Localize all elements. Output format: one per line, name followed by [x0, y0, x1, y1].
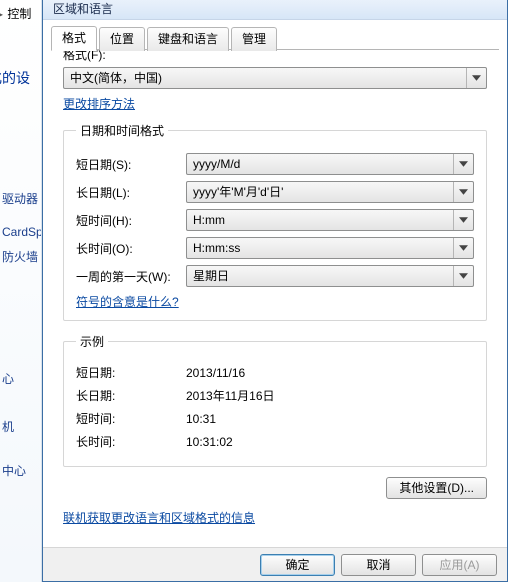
page-heading-partial: 化的设 [0, 68, 30, 88]
ex-long-time-value: 10:31:02 [186, 435, 474, 449]
dialog-button-bar: 确定 取消 应用(A) [43, 547, 507, 581]
tab-format[interactable]: 格式 [51, 26, 97, 51]
sidebar-link-machine[interactable]: 机 [2, 418, 14, 435]
chevron-down-icon [453, 238, 473, 258]
short-date-label: 短日期(S): [76, 156, 186, 173]
symbols-meaning-link[interactable]: 符号的含意是什么? [76, 295, 179, 309]
sidebar-link-firewall[interactable]: 防火墙 [2, 248, 38, 265]
long-date-label: 长日期(L): [76, 184, 186, 201]
group-date-time-formats-title: 日期和时间格式 [76, 122, 168, 139]
long-time-label: 长时间(O): [76, 240, 186, 257]
apply-button[interactable]: 应用(A) [422, 554, 497, 576]
chevron-down-icon [453, 266, 473, 286]
chevron-down-icon [453, 182, 473, 202]
ex-short-date-value: 2013/11/16 [186, 366, 474, 380]
long-date-combo[interactable]: yyyy'年'M'月'd'日' [186, 181, 474, 203]
group-example: 示例 短日期:2013/11/16 长日期:2013年11月16日 短时间:10… [63, 333, 487, 467]
ex-long-date-label: 长日期: [76, 387, 186, 404]
control-panel-background: ▸ 控制 化的设 驱动器 CardSp 防火墙 心 机 中心 [0, 0, 42, 582]
short-time-combo[interactable]: H:mm [186, 209, 474, 231]
first-day-label: 一周的第一天(W): [76, 268, 186, 285]
group-example-title: 示例 [76, 333, 108, 350]
format-label: 格式(F): [63, 46, 487, 63]
sidebar-link-cardspace[interactable]: CardSp [2, 225, 42, 239]
ok-button[interactable]: 确定 [260, 554, 335, 576]
additional-settings-button[interactable]: 其他设置(D)... [386, 477, 487, 499]
group-date-time-formats: 日期和时间格式 短日期(S): yyyy/M/d 长日期(L): yyyy'年'… [63, 122, 487, 321]
sidebar-link-center2[interactable]: 中心 [2, 462, 26, 479]
breadcrumb-arrow-icon: ▸ [0, 7, 3, 21]
online-info-link[interactable]: 联机获取更改语言和区域格式的信息 [63, 511, 255, 525]
format-combo[interactable]: 中文(简体，中国) [63, 67, 487, 89]
ex-short-time-label: 短时间: [76, 410, 186, 427]
chevron-down-icon [466, 68, 486, 88]
short-date-combo[interactable]: yyyy/M/d [186, 153, 474, 175]
sidebar-link-center[interactable]: 心 [2, 370, 14, 387]
breadcrumb[interactable]: ▸ 控制 [0, 5, 31, 22]
cancel-button[interactable]: 取消 [341, 554, 416, 576]
first-day-combo[interactable]: 星期日 [186, 265, 474, 287]
ex-long-date-value: 2013年11月16日 [186, 387, 474, 404]
short-time-label: 短时间(H): [76, 212, 186, 229]
ex-long-time-label: 长时间: [76, 433, 186, 450]
chevron-down-icon [453, 210, 473, 230]
tab-body-format: 格式(F): 中文(简体，中国) 更改排序方法 日期和时间格式 短日期(S): … [51, 30, 499, 543]
dialog-title: 区域和语言 [43, 0, 507, 20]
long-time-combo[interactable]: H:mm:ss [186, 237, 474, 259]
chevron-down-icon [453, 154, 473, 174]
change-sort-link[interactable]: 更改排序方法 [63, 97, 135, 111]
breadcrumb-text: 控制 [7, 7, 31, 21]
region-language-dialog: 区域和语言 格式 位置 键盘和语言 管理 格式(F): 中文(简体，中国) 更改… [42, 0, 508, 582]
format-combo-value: 中文(简体，中国) [70, 71, 162, 85]
ex-short-time-value: 10:31 [186, 412, 474, 426]
sidebar-link-bitlocker[interactable]: 驱动器 [2, 190, 38, 207]
ex-short-date-label: 短日期: [76, 364, 186, 381]
